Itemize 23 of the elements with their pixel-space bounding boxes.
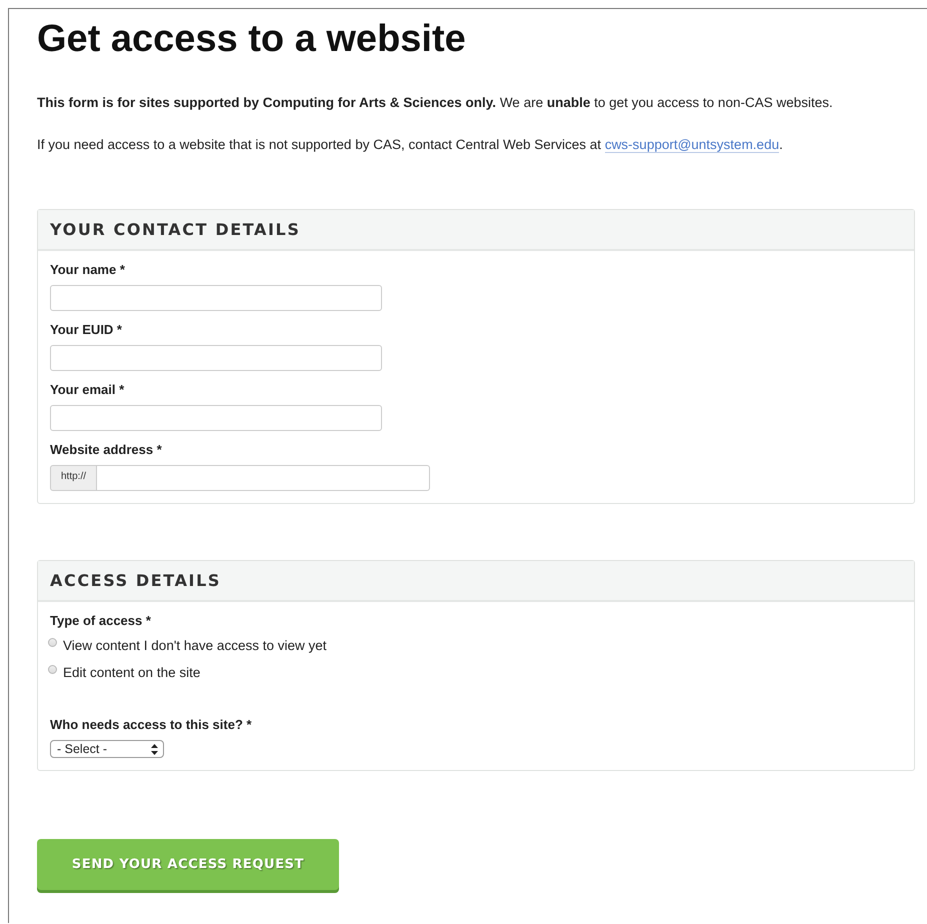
- notice-text: This form is for sites supported by Computing for Arts & Sciences only. We are unable to get you access to non-CAS websites.: [37, 94, 834, 112]
- field-label: Your EUID *: [50, 321, 123, 339]
- email-link[interactable]: cws-support@untsystem.edu: [604, 137, 780, 153]
- radio-label: View content I don't have access to view yet: [63, 637, 326, 655]
- field-label: Who needs access to this site? *: [50, 716, 253, 734]
- field-label: Type of access *: [50, 612, 152, 630]
- field-label: Your name *: [50, 261, 126, 279]
- updown-arrows-icon: [151, 744, 158, 754]
- radio-label: Edit content on the site: [63, 664, 200, 682]
- panel-heading: ACCESS DETAILS: [38, 561, 914, 602]
- field-label: Website address *: [50, 441, 163, 459]
- radio-button[interactable]: [48, 664, 57, 674]
- field-label: Your email *: [50, 381, 126, 399]
- contact-note: If you need access to a website that is not supported by CAS, contact Central Web Services at cws-support@untsystem.edu.: [37, 136, 784, 155]
- select-dropdown[interactable]: - Select -: [50, 740, 164, 758]
- url-input-field[interactable]: [97, 465, 430, 491]
- input-field[interactable]: [50, 285, 382, 311]
- page-title: Get access to a website: [37, 17, 467, 62]
- input-field[interactable]: [50, 345, 382, 371]
- panel-heading: YOUR CONTACT DETAILS: [38, 210, 914, 251]
- input-field[interactable]: [50, 405, 382, 431]
- url-prefix: http://: [50, 465, 98, 491]
- radio-button[interactable]: [48, 638, 57, 646]
